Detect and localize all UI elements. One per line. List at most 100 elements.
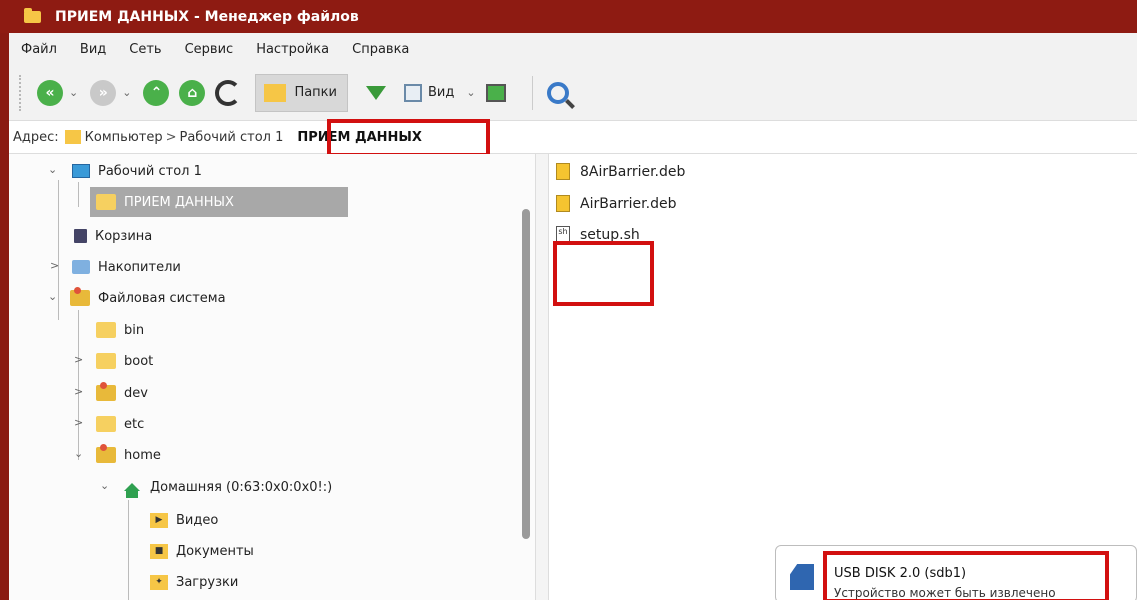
- toolbar-separator: [531, 75, 533, 110]
- chevron-right-icon[interactable]: >: [74, 416, 83, 429]
- filesystem-icon: [70, 287, 90, 306]
- chevron-down-icon[interactable]: ⌄: [100, 479, 109, 492]
- up-icon[interactable]: ⌃: [143, 79, 170, 106]
- chevron-down-icon[interactable]: ⌄: [74, 447, 83, 460]
- toolbar: « ⌄ » ⌄ ⌃ ⌂ Папки Вид ⌄: [9, 65, 1137, 120]
- folder-icon: [96, 353, 116, 369]
- forward-history-dropdown[interactable]: ⌄: [122, 86, 131, 99]
- window-title: ПРИЕМ ДАННЫХ - Менеджер файлов: [55, 8, 359, 25]
- folder-icon: [96, 444, 116, 463]
- highlight-box-address: [327, 119, 490, 157]
- usb-drive-icon: [790, 564, 814, 590]
- chevron-down-icon[interactable]: ⌄: [48, 290, 57, 303]
- menu-network[interactable]: Сеть: [129, 42, 161, 57]
- home-folder-icon: [124, 483, 140, 498]
- chevron-right-icon: >: [165, 129, 177, 145]
- address-label: Адрес:: [13, 129, 59, 145]
- tree-item-data-folder[interactable]: ПРИЕМ ДАННЫХ: [96, 191, 234, 213]
- file-item[interactable]: 8AirBarrier.deb: [556, 163, 685, 180]
- tree-item-label: Видео: [176, 512, 219, 528]
- tree-item-label: home: [124, 447, 161, 463]
- tree-item-home[interactable]: home: [96, 444, 161, 466]
- downloads-folder-icon: ✦: [150, 574, 168, 590]
- tree-item-label: Загрузки: [176, 574, 239, 590]
- highlight-box-notification: [823, 551, 1109, 600]
- menu-service[interactable]: Сервис: [185, 42, 234, 57]
- tree-item-home-user[interactable]: Домашняя (0:63:0x0:0x0!:): [124, 476, 332, 498]
- folders-label: Папки: [294, 85, 337, 100]
- menu-view[interactable]: Вид: [80, 42, 106, 57]
- deb-package-icon: [556, 195, 570, 212]
- folder-icon: [96, 416, 116, 432]
- file-manager-window: ПРИЕМ ДАННЫХ - Менеджер файлов Файл Вид …: [0, 0, 1137, 600]
- tree-item-video[interactable]: ▶ Видео: [150, 509, 218, 531]
- file-name: 8AirBarrier.deb: [580, 163, 686, 180]
- folder-tree-pane: [9, 154, 536, 600]
- tree-item-filesystem[interactable]: Файловая система: [70, 287, 226, 309]
- tree-item-label: Накопители: [98, 259, 181, 275]
- tree-item-bin[interactable]: bin: [96, 319, 144, 341]
- forward-icon[interactable]: »: [90, 79, 117, 106]
- trash-icon: [74, 229, 87, 243]
- tree-item-label: Документы: [176, 543, 254, 559]
- back-icon[interactable]: «: [37, 79, 63, 106]
- refresh-icon[interactable]: [215, 79, 242, 106]
- breadcrumb-computer[interactable]: Компьютер: [85, 130, 163, 145]
- tree-item-drives[interactable]: Накопители: [72, 256, 181, 278]
- view-mode-icon[interactable]: [403, 83, 422, 102]
- toolbar-grip[interactable]: [19, 74, 23, 111]
- file-name: AirBarrier.deb: [580, 195, 677, 212]
- folders-button[interactable]: Папки: [255, 73, 348, 112]
- tree-item-dev[interactable]: dev: [96, 382, 148, 404]
- file-item[interactable]: AirBarrier.deb: [556, 195, 676, 212]
- chevron-down-icon[interactable]: ⌄: [48, 163, 57, 176]
- chevron-right-icon[interactable]: >: [50, 259, 59, 272]
- tree-line: [58, 180, 59, 320]
- deb-package-icon: [556, 163, 570, 180]
- menu-file[interactable]: Файл: [21, 42, 57, 57]
- tree-item-etc[interactable]: etc: [96, 413, 144, 435]
- filter-icon[interactable]: [365, 85, 386, 100]
- chevron-right-icon[interactable]: >: [74, 353, 83, 366]
- address-bar[interactable]: Адрес: Компьютер > Рабочий стол 1 ПРИЕМ …: [9, 120, 1137, 154]
- documents-folder-icon: ■: [150, 543, 168, 559]
- tree-item-boot[interactable]: boot: [96, 350, 153, 372]
- tree-item-label: bin: [124, 322, 145, 338]
- tree-scrollbar[interactable]: [522, 209, 530, 539]
- tree-item-trash[interactable]: Корзина: [74, 225, 152, 247]
- tree-item-label: Корзина: [95, 228, 153, 244]
- tree-item-label: Домашняя (0:63:0x0:0x0!:): [150, 479, 333, 495]
- window-border: [0, 0, 9, 600]
- tree-item-selected[interactable]: ПРИЕМ ДАННЫХ: [90, 187, 348, 217]
- back-history-dropdown[interactable]: ⌄: [69, 86, 78, 99]
- search-icon[interactable]: [546, 81, 569, 104]
- split-panel-icon[interactable]: [485, 83, 506, 102]
- folder-icon: [64, 130, 81, 144]
- breadcrumb-desktop[interactable]: Рабочий стол 1: [180, 130, 284, 145]
- menu-help[interactable]: Справка: [352, 42, 409, 57]
- tree-item-label: Рабочий стол 1: [98, 163, 202, 179]
- tree-item-label: ПРИЕМ ДАННЫХ: [124, 194, 234, 210]
- view-dropdown[interactable]: ⌄: [466, 86, 475, 99]
- tree-line: [78, 182, 79, 207]
- view-label[interactable]: Вид: [428, 85, 454, 100]
- tree-item-label: Файловая система: [98, 290, 226, 306]
- video-folder-icon: ▶: [150, 512, 168, 528]
- tree-item-label: etc: [124, 416, 145, 432]
- folder-icon: [96, 194, 116, 210]
- tree-item-documents[interactable]: ■ Документы: [150, 540, 254, 562]
- home-icon[interactable]: ⌂: [179, 79, 206, 106]
- chevron-right-icon[interactable]: >: [74, 385, 83, 398]
- folder-icon: [96, 322, 116, 338]
- title-bar[interactable]: ПРИЕМ ДАННЫХ - Менеджер файлов: [0, 0, 1137, 33]
- tree-item-label: boot: [124, 353, 154, 369]
- drive-icon: [72, 260, 90, 274]
- tree-item-label: dev: [124, 385, 148, 401]
- tree-line: [128, 500, 129, 600]
- menu-settings[interactable]: Настройка: [256, 42, 329, 57]
- tree-item-downloads[interactable]: ✦ Загрузки: [150, 571, 238, 593]
- highlight-box-empty-area: [553, 241, 654, 306]
- desktop-icon: [72, 164, 90, 178]
- tree-item-desktop[interactable]: Рабочий стол 1: [72, 160, 202, 182]
- folder-icon: [24, 7, 41, 23]
